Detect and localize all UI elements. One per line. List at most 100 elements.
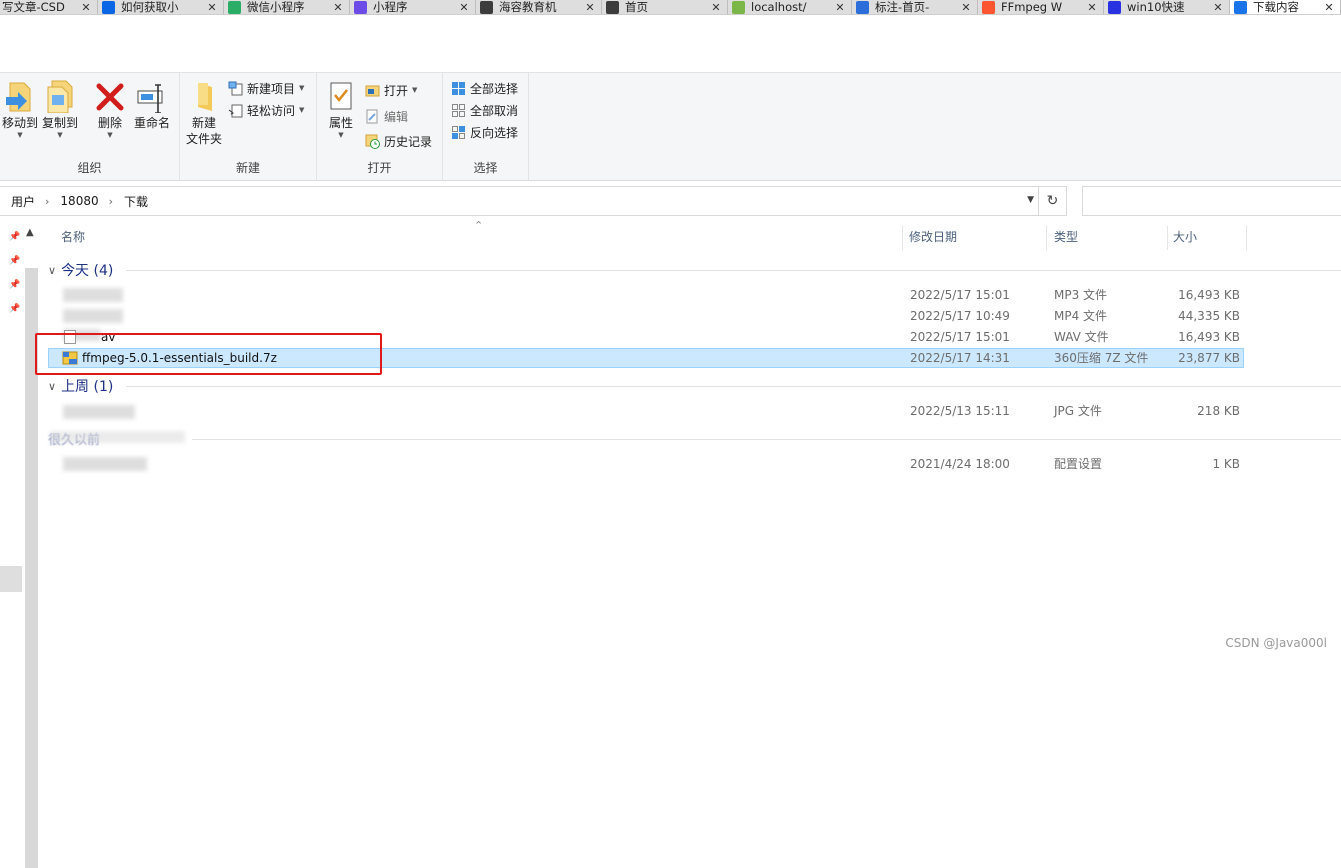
group-header-today[interactable]: ∨ 今天 (4): [48, 260, 113, 280]
browser-tab[interactable]: 标注-首页-✕: [852, 0, 978, 15]
properties-button[interactable]: 属性 ▼: [321, 79, 361, 139]
file-row[interactable]: 2021/4/24 18:00 配置设置 1 KB: [48, 454, 1244, 474]
breadcrumb-separator[interactable]: ›: [45, 195, 49, 208]
rename-button[interactable]: 重命名: [132, 79, 172, 131]
pin-icon[interactable]: 📌: [9, 232, 20, 242]
search-input[interactable]: [1082, 186, 1341, 216]
delete-icon: [94, 79, 126, 113]
close-icon[interactable]: ✕: [959, 1, 973, 14]
navigation-scrollbar[interactable]: ▲: [24, 224, 40, 658]
breadcrumb-user-folder[interactable]: 18080: [60, 194, 98, 208]
redacted-filename: [63, 457, 147, 471]
browser-tab-label: 首页: [625, 1, 709, 14]
close-icon[interactable]: ✕: [457, 1, 471, 14]
mark-icon: [856, 1, 869, 14]
nav-item-selected[interactable]: [0, 566, 22, 592]
refresh-icon[interactable]: ↻: [1038, 187, 1066, 215]
browser-tab-label: 小程序: [373, 1, 457, 14]
close-icon[interactable]: ✕: [79, 1, 93, 14]
redacted-filename: [63, 309, 123, 323]
copy-to-button[interactable]: 复制到 ▼: [40, 79, 80, 139]
edit-button[interactable]: 编辑: [365, 106, 408, 126]
column-divider[interactable]: [902, 226, 903, 250]
move-to-button[interactable]: 移动到 ▼: [0, 79, 40, 139]
close-icon[interactable]: ✕: [709, 1, 723, 14]
new-item-button[interactable]: 新建项目 ▼: [228, 78, 304, 98]
csdn-icon: [982, 1, 995, 14]
invert-selection-button[interactable]: 反向选择: [451, 122, 518, 142]
column-divider[interactable]: [1046, 226, 1047, 250]
chevron-down-icon: ▼: [40, 131, 80, 139]
easy-access-button[interactable]: 轻松访问 ▼: [228, 100, 304, 120]
file-size: 16,493 KB: [1178, 285, 1240, 305]
easy-access-label: 轻松访问: [247, 102, 295, 119]
chevron-down-icon[interactable]: ∨: [48, 380, 56, 393]
chevron-down-icon: ▼: [90, 131, 130, 139]
rename-label: 重命名: [132, 115, 172, 131]
browser-tab[interactable]: FFmpeg W✕: [978, 0, 1104, 15]
browser-tab[interactable]: 下载内容✕: [1230, 0, 1341, 15]
browser-tab-label: localhost/: [751, 1, 833, 14]
ribbon-group-select: 全部选择 全部取消 反向选择 选择: [443, 73, 529, 181]
breadcrumb-separator[interactable]: ›: [109, 195, 113, 208]
pin-icon[interactable]: 📌: [9, 256, 20, 266]
browser-tab-label: win10快速: [1127, 1, 1211, 14]
address-bar[interactable]: 用户 › 18080 › 下载 ▼ ↻: [0, 186, 1067, 216]
chevron-down-icon[interactable]: ▼: [1027, 195, 1034, 205]
scroll-up-icon[interactable]: ▲: [26, 227, 34, 238]
move-to-icon: [4, 79, 36, 113]
close-icon[interactable]: ✕: [1322, 1, 1336, 14]
file-row[interactable]: 2022/5/17 15:01 MP3 文件 16,493 KB: [48, 285, 1244, 305]
chevron-down-icon: ▼: [321, 131, 361, 139]
browser-tab[interactable]: 小程序✕: [350, 0, 476, 15]
browser-tab[interactable]: 首页✕: [602, 0, 728, 15]
history-button[interactable]: 历史记录: [365, 131, 432, 151]
open-button[interactable]: 打开 ▼: [365, 80, 417, 100]
chevron-down-icon[interactable]: ∨: [48, 264, 56, 277]
close-icon[interactable]: ✕: [833, 1, 847, 14]
browser-tab[interactable]: 如何获取小✕: [98, 0, 224, 15]
close-icon[interactable]: ✕: [1085, 1, 1099, 14]
pin-icon[interactable]: 📌: [9, 280, 20, 290]
delete-button[interactable]: 删除 ▼: [90, 79, 130, 139]
column-header-size[interactable]: 大小: [1173, 224, 1197, 251]
browser-tab[interactable]: 微信小程序✕: [224, 0, 350, 15]
close-icon[interactable]: ✕: [583, 1, 597, 14]
file-type: MP3 文件: [1054, 285, 1107, 305]
column-divider[interactable]: [1167, 226, 1168, 250]
file-row[interactable]: 2022/5/17 10:49 MP4 文件 44,335 KB: [48, 306, 1244, 326]
select-none-icon: [451, 103, 466, 118]
miniprogram-icon: [354, 1, 367, 14]
copy-to-label: 复制到: [40, 115, 80, 131]
file-type: JPG 文件: [1054, 401, 1102, 421]
group-header-last-week[interactable]: ∨ 上周 (1): [48, 376, 113, 396]
pin-icon[interactable]: 📌: [9, 304, 20, 314]
select-all-label: 全部选择: [470, 80, 518, 97]
browser-tab[interactable]: localhost/✕: [728, 0, 852, 15]
close-icon[interactable]: ✕: [331, 1, 345, 14]
browser-tab-label: FFmpeg W: [1001, 1, 1085, 14]
invert-selection-label: 反向选择: [470, 124, 518, 141]
column-header-name[interactable]: 名称: [61, 224, 85, 251]
leaf-icon: [732, 1, 745, 14]
new-folder-button[interactable]: 新建 文件夹: [184, 79, 224, 147]
select-none-button[interactable]: 全部取消: [451, 100, 518, 120]
file-date: 2022/5/17 14:31: [910, 348, 1010, 368]
breadcrumb-downloads[interactable]: 下载: [124, 193, 148, 210]
column-header-date[interactable]: 修改日期: [909, 224, 957, 251]
select-all-button[interactable]: 全部选择: [451, 78, 518, 98]
close-icon[interactable]: ✕: [1211, 1, 1225, 14]
new-folder-label-line1: 新建: [184, 115, 224, 131]
browser-tab-label: 下载内容: [1253, 1, 1322, 14]
browser-tab[interactable]: 写文章-CSD✕: [0, 0, 98, 15]
edit-icon: [365, 109, 380, 124]
browser-tab[interactable]: win10快速✕: [1104, 0, 1230, 15]
file-row[interactable]: 2022/5/13 15:11 JPG 文件 218 KB: [48, 401, 1244, 421]
browser-tab[interactable]: 海容教育机✕: [476, 0, 602, 15]
breadcrumb-users[interactable]: 用户: [11, 193, 35, 210]
column-divider[interactable]: [1246, 226, 1247, 250]
browser-tab-label: 海容教育机: [499, 1, 583, 14]
column-header-type[interactable]: 类型: [1054, 224, 1078, 251]
close-icon[interactable]: ✕: [205, 1, 219, 14]
file-date: 2022/5/13 15:11: [910, 401, 1010, 421]
